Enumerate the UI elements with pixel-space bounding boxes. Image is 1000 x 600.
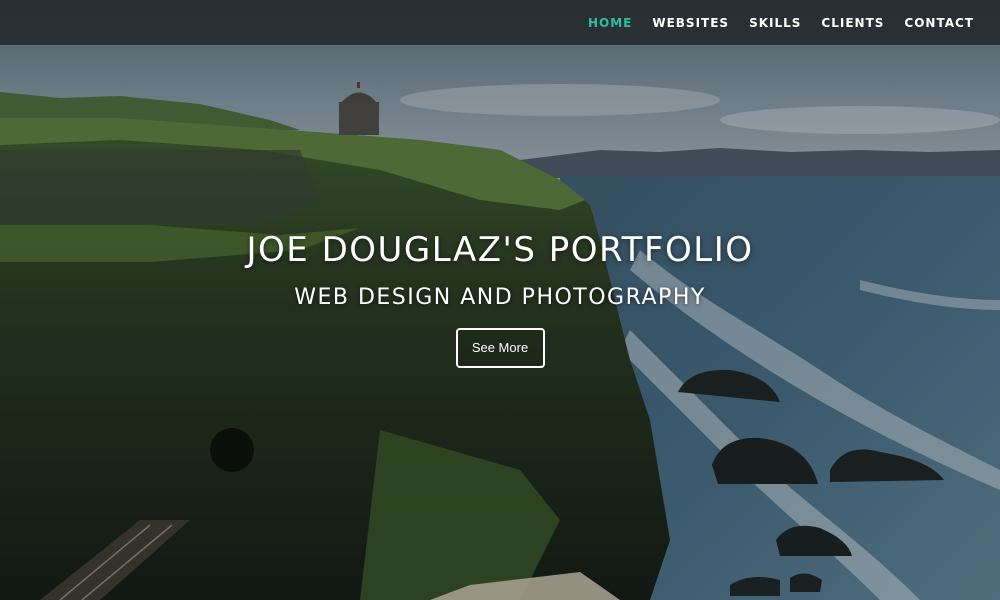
hero-title: JOE DOUGLAZ'S PORTFOLIO bbox=[246, 230, 754, 270]
nav-item-contact[interactable]: CONTACT bbox=[904, 16, 974, 30]
see-more-button[interactable]: See More bbox=[455, 328, 545, 368]
hero-subtitle: WEB DESIGN AND PHOTOGRAPHY bbox=[294, 285, 706, 310]
top-navbar: HOME WEBSITES SKILLS CLIENTS CONTACT bbox=[0, 0, 1000, 45]
nav-item-clients[interactable]: CLIENTS bbox=[821, 16, 884, 30]
nav-item-websites[interactable]: WEBSITES bbox=[652, 16, 729, 30]
nav-item-skills[interactable]: SKILLS bbox=[749, 16, 801, 30]
hero-content: JOE DOUGLAZ'S PORTFOLIO WEB DESIGN AND P… bbox=[0, 228, 1000, 368]
nav-links: HOME WEBSITES SKILLS CLIENTS CONTACT bbox=[588, 0, 974, 45]
nav-item-home[interactable]: HOME bbox=[588, 16, 632, 30]
